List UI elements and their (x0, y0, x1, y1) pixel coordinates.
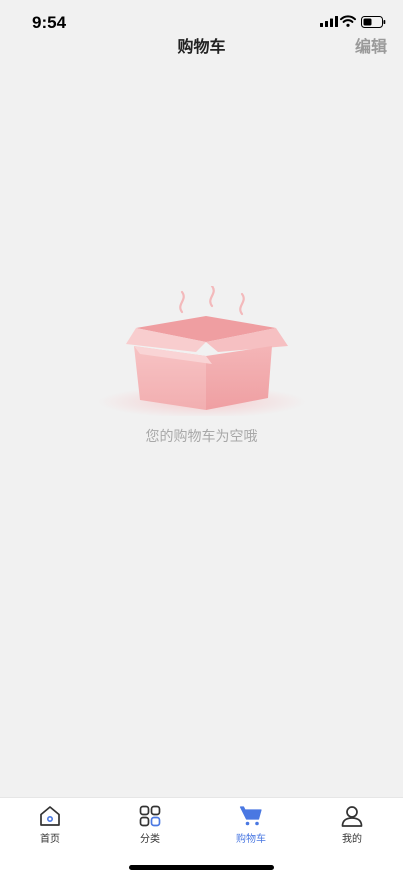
tab-home[interactable]: 首页 (20, 804, 80, 848)
wifi-icon (340, 15, 356, 27)
tab-home-label: 首页 (40, 834, 60, 845)
user-icon (341, 806, 363, 827)
empty-cart-message: 您的购物车为空哦 (145, 429, 258, 445)
tab-category-label: 分类 (140, 834, 160, 845)
tab-me-label: 我的 (342, 834, 362, 845)
tab-cart[interactable]: 购物车 (221, 804, 281, 848)
tab-category[interactable]: 分类 (120, 804, 180, 848)
status-time: 9:54 (32, 13, 67, 32)
edit-button[interactable]: 编辑 (355, 33, 387, 57)
battery-icon (361, 16, 386, 28)
page-title: 购物车 (177, 37, 226, 56)
home-icon (40, 806, 60, 826)
cart-icon (239, 806, 262, 826)
category-grid-icon (139, 805, 161, 827)
tab-me[interactable]: 我的 (322, 804, 382, 848)
tab-cart-label: 购物车 (236, 834, 266, 845)
home-indicator (129, 865, 274, 870)
open-box-icon (98, 286, 306, 416)
cart-screen: 9:54 购物车 编辑 您的购物车为空哦 首页 分类 购物车 我的 (0, 0, 403, 878)
cellular-signal-icon (320, 16, 338, 27)
